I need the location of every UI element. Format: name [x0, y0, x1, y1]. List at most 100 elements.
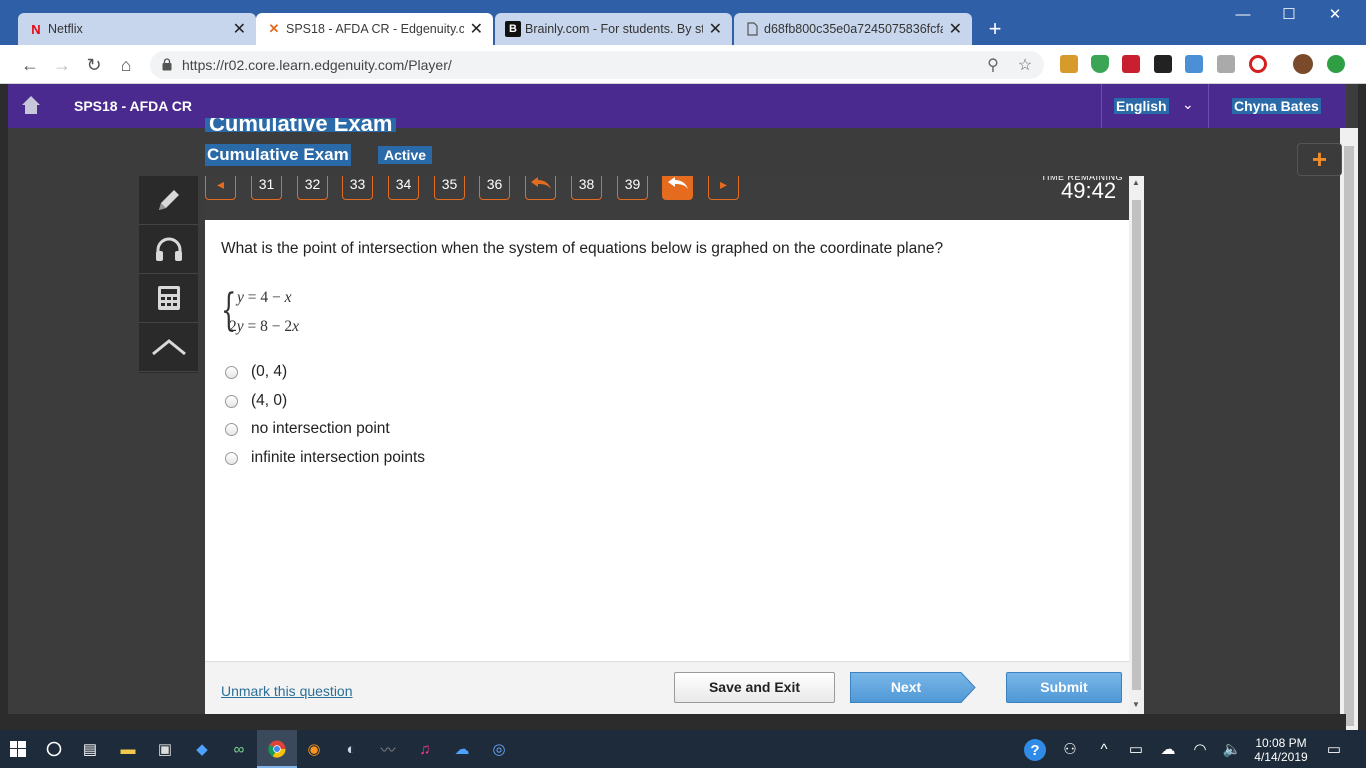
audio-tool[interactable] — [139, 225, 198, 274]
zoom-icon[interactable]: ⚲ — [984, 57, 1002, 75]
tab-brainly[interactable]: B Brainly.com - For students. By student… — [495, 13, 732, 45]
blender-icon[interactable]: ◉ — [304, 739, 324, 759]
option-label: (0, 4) — [251, 363, 288, 380]
save-and-exit-button[interactable]: Save and Exit — [674, 672, 835, 703]
tab-close-icon[interactable]: ✕ — [949, 19, 962, 39]
app-icon[interactable]: 〰 — [378, 739, 398, 759]
question-number[interactable]: 31 — [251, 176, 282, 200]
content-scrollbar[interactable]: ▲ ▼ — [1129, 176, 1144, 714]
search-circle-icon[interactable] — [44, 739, 64, 759]
radio-button[interactable] — [225, 422, 238, 436]
battery-icon[interactable]: ▭ — [1126, 739, 1146, 759]
file-explorer-icon[interactable]: ▬ — [118, 739, 138, 759]
plus-icon[interactable]: + — [1297, 143, 1342, 176]
extension-icon[interactable] — [1122, 55, 1140, 73]
app-icon[interactable]: ◎ — [489, 739, 509, 759]
question-number[interactable]: 39 — [617, 176, 648, 200]
chrome-icon[interactable] — [267, 739, 287, 759]
task-view-icon[interactable]: ▤ — [80, 739, 100, 759]
tab-title: d68fb800c35e0a7245075836fcfa — [764, 22, 943, 36]
prev-question-arrow-icon[interactable]: ◂ — [205, 176, 236, 200]
itunes-icon[interactable]: ♫ — [415, 739, 435, 759]
user-name[interactable]: Chyna Bates — [1232, 98, 1321, 114]
update-arrow-icon[interactable] — [1327, 55, 1345, 73]
infinity-icon[interactable]: ∞ — [229, 739, 249, 759]
answer-option[interactable]: infinite intersection points — [225, 447, 425, 469]
radio-button[interactable] — [225, 365, 238, 379]
scroll-down-icon[interactable]: ▼ — [1132, 700, 1140, 709]
question-footer: Unmark this question Save and Exit Next … — [205, 661, 1129, 714]
new-tab-icon[interactable]: + — [982, 17, 1008, 43]
next-button-label: Next — [890, 679, 922, 695]
store-icon[interactable]: ▣ — [155, 739, 175, 759]
profile-avatar[interactable] — [1293, 54, 1313, 74]
pencil-icon — [158, 190, 179, 210]
maximize-icon[interactable]: ☐ — [1266, 0, 1312, 30]
wifi-icon[interactable]: ◠ — [1190, 739, 1210, 759]
question-number[interactable]: 35 — [434, 176, 465, 200]
system-clock[interactable]: 10:08 PM 4/14/2019 — [1246, 736, 1316, 764]
home-icon[interactable]: ⌂ — [114, 53, 138, 77]
question-number[interactable]: 33 — [342, 176, 373, 200]
extension-icon[interactable] — [1185, 55, 1203, 73]
answer-option[interactable]: (4, 0) — [225, 390, 287, 412]
calculator-tool[interactable] — [139, 274, 198, 323]
question-number[interactable]: 34 — [388, 176, 419, 200]
language-selector[interactable]: English ⌄ — [1101, 84, 1209, 128]
next-button[interactable]: Next — [850, 672, 976, 703]
tab-image-file[interactable]: d68fb800c35e0a7245075836fcfa ✕ — [734, 13, 972, 45]
pencil-tool[interactable] — [139, 176, 198, 225]
marked-question-flag-icon[interactable] — [525, 176, 556, 200]
exam-title: Cumulative Exam — [205, 144, 351, 166]
tab-close-icon[interactable]: ✕ — [470, 19, 483, 39]
forward-arrow-icon[interactable]: → — [50, 53, 74, 77]
tab-edgenuity[interactable]: ✕ SPS18 - AFDA CR - Edgenuity.com ✕ — [256, 13, 493, 45]
status-badge: Active — [378, 146, 433, 164]
collapse-tool[interactable] — [139, 323, 198, 372]
url-text: https://r02.core.learn.edgenuity.com/Pla… — [182, 57, 452, 73]
exam-heading: Cumulative Exam — [205, 118, 397, 132]
windows-start-icon[interactable] — [8, 739, 28, 759]
help-icon[interactable]: ? — [1024, 739, 1046, 761]
extension-icon[interactable] — [1249, 55, 1267, 73]
submit-button[interactable]: Submit — [1006, 672, 1122, 703]
shield-extension-icon[interactable] — [1091, 55, 1109, 73]
frame-bottom-strip — [8, 714, 1346, 730]
extension-icon[interactable] — [1154, 55, 1172, 73]
radio-button[interactable] — [225, 394, 238, 408]
page-scrollbar[interactable] — [1340, 128, 1358, 730]
volume-icon[interactable]: 🔈 — [1222, 739, 1242, 759]
minimize-icon[interactable]: — — [1220, 0, 1266, 30]
back-arrow-icon[interactable]: ← — [18, 53, 42, 77]
unmark-question-link[interactable]: Unmark this question — [221, 683, 353, 699]
cloud-icon[interactable]: ☁ — [452, 739, 472, 759]
radio-button[interactable] — [225, 451, 238, 465]
bookmark-star-icon[interactable]: ☆ — [1016, 57, 1034, 75]
answer-option[interactable]: (0, 4) — [225, 361, 287, 383]
onedrive-icon[interactable]: ☁ — [1158, 739, 1178, 759]
notifications-icon[interactable]: ▭ — [1324, 739, 1344, 759]
question-number[interactable]: 36 — [479, 176, 510, 200]
question-number[interactable]: 38 — [571, 176, 602, 200]
extension-icon[interactable] — [1217, 55, 1235, 73]
window-close-icon[interactable]: ✕ — [1312, 0, 1358, 30]
current-question-flag-icon[interactable] — [662, 176, 693, 200]
tab-close-icon[interactable]: ✕ — [233, 19, 246, 39]
chevron-up-icon[interactable]: ^ — [1094, 739, 1114, 759]
home-icon[interactable] — [21, 95, 41, 115]
people-icon[interactable]: ⚇ — [1060, 739, 1080, 759]
steam-icon[interactable]: ◐ — [341, 739, 361, 759]
headphones-icon — [155, 237, 182, 261]
answer-option[interactable]: no intersection point — [225, 418, 390, 440]
tab-close-icon[interactable]: ✕ — [709, 19, 722, 39]
language-label: English — [1114, 98, 1169, 114]
scroll-up-icon[interactable]: ▲ — [1132, 178, 1140, 187]
reload-icon[interactable]: ↻ — [82, 53, 106, 77]
dropbox-icon[interactable]: ◆ — [192, 739, 212, 759]
tab-netflix[interactable]: N Netflix ✕ — [18, 13, 256, 45]
windows-taskbar: ▤ ▬ ▣ ◆ ∞ ◉ ◐ 〰 ♫ ☁ ◎ ? ⚇ ^ ▭ ☁ ◠ 🔈 10:0… — [0, 730, 1366, 768]
extension-icon[interactable] — [1060, 55, 1078, 73]
next-question-arrow-icon[interactable]: ▸ — [708, 176, 739, 200]
question-number[interactable]: 32 — [297, 176, 328, 200]
address-bar[interactable]: https://r02.core.learn.edgenuity.com/Pla… — [150, 51, 1044, 79]
